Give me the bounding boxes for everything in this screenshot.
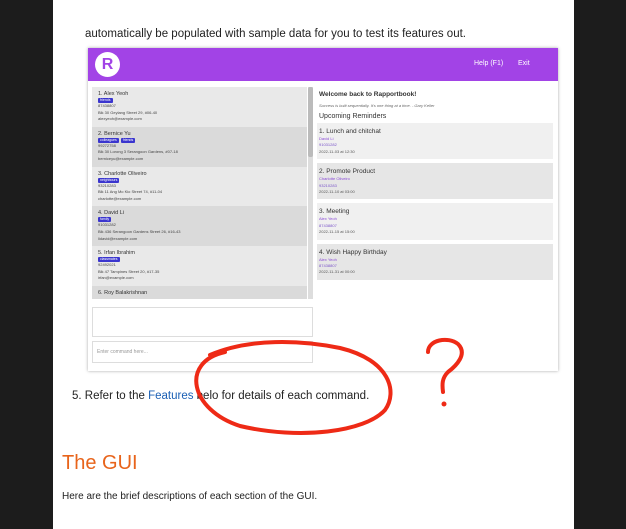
app-logo-icon: R	[95, 52, 120, 77]
contact-phone: 93210283	[98, 182, 116, 188]
contact-tag: neighbours	[98, 177, 120, 183]
upcoming-reminders-title: Upcoming Reminders	[319, 113, 387, 120]
welcome-title: Welcome back to Rapportbook!	[319, 91, 417, 98]
contact-phone: 99272758	[98, 142, 116, 148]
reminder-date: 2022-11-15 at 15:00	[319, 229, 355, 235]
reminder-title: 2. Promote Product	[319, 168, 375, 176]
reminder-card[interactable]: 3. Meeting Alex Yeoh 87438807 2022-11-15 at…	[317, 203, 553, 240]
help-menu[interactable]: Help (F1)	[474, 60, 503, 67]
gui-heading: The GUI	[62, 452, 138, 474]
command-input[interactable]: Enter command here...	[92, 341, 313, 363]
reminder-title: 3. Meeting	[319, 208, 350, 216]
contact-tag: friends	[120, 137, 136, 143]
contact-address: Blk 11 Ang Mo Kio Street 74, #11-04	[98, 189, 163, 195]
contact-email: lidavid@example.com	[98, 235, 138, 241]
step-5-text: 5. Refer to the Features belo for detail…	[72, 390, 369, 402]
welcome-quote: Success is built sequentially. It's one …	[319, 103, 435, 108]
reminder-card[interactable]: 1. Lunch and chitchat David Li 91031282 202…	[317, 123, 553, 160]
document-page: automatically be populated with sample d…	[53, 0, 574, 529]
step-5-prefix: 5. Refer to the	[72, 390, 149, 402]
reminder-date: 2022-11-10 at 03:00	[319, 189, 355, 195]
exit-menu[interactable]: Exit	[518, 60, 530, 67]
contact-email: charlotte@example.com	[98, 195, 142, 201]
intro-paragraph: automatically be populated with sample d…	[85, 28, 466, 40]
features-link[interactable]: Features	[148, 390, 193, 402]
contact-name: 3. Charlotte Oliveiro	[98, 170, 147, 177]
contact-phone: 87438807	[98, 103, 116, 108]
contact-email: berniceyu@example.com	[98, 155, 144, 161]
contact-name: 5. Irfan Ibrahim	[98, 250, 135, 257]
contact-name: 4. David Li	[98, 210, 124, 217]
contact-address: Blk 436 Serangoon Gardens Street 26, #16…	[98, 228, 181, 234]
contact-card[interactable]: 5. Irfan Ibrahim classmates 92492021 Blk 47…	[92, 246, 307, 286]
contact-email: alexyeoh@example.com	[98, 116, 142, 122]
scrollbar-thumb[interactable]	[308, 87, 313, 157]
contact-name: 6. Roy Balakrishnan	[98, 289, 148, 296]
reminder-date: 2022-11-03 at 12:30	[319, 148, 355, 154]
contact-card[interactable]: 6. Roy Balakrishnan	[92, 285, 307, 299]
contact-phone: 92492021	[98, 262, 116, 268]
contact-list-scrollbar[interactable]	[308, 87, 313, 299]
command-result-box	[92, 307, 313, 337]
contact-address: Blk 30 Geylang Street 29, #06-40	[98, 109, 158, 115]
step-5-suffix: belo for details of each command.	[193, 390, 370, 402]
reminder-card[interactable]: 4. Wish Happy Birthday Alex Yeoh 87438807 2…	[317, 243, 553, 280]
contact-name: 1. Alex Yeoh	[98, 91, 129, 97]
contact-list: 1. Alex Yeoh friends 87438807 Blk 30 Geylan…	[92, 87, 307, 299]
reminder-title: 1. Lunch and chitchat	[319, 128, 381, 135]
contact-address: Blk 47 Tampines Street 20, #17-35	[98, 268, 160, 274]
contact-card[interactable]: 4. David Li family 91031282 Blk 436 Serango…	[92, 206, 307, 247]
gui-description: Here are the brief descriptions of each …	[62, 491, 318, 502]
app-menu-bar: R Help (F1) Exit	[88, 48, 558, 81]
contact-card[interactable]: 2. Bernice Yu colleagues friends 99272758 Bl…	[92, 126, 307, 167]
reminder-list: 1. Lunch and chitchat David Li 91031282 202…	[317, 123, 555, 280]
reminders-panel: Welcome back to Rapportbook! Success is …	[317, 87, 555, 365]
reminder-title: 4. Wish Happy Birthday	[319, 248, 387, 256]
reminder-card[interactable]: 2. Promote Product Charlotte Oliveiro 9321…	[317, 163, 553, 200]
contact-address: Blk 30 Lorong 3 Serangoon Gardens, #07-1…	[98, 149, 178, 155]
contact-card[interactable]: 1. Alex Yeoh friends 87438807 Blk 30 Geylan…	[92, 87, 307, 127]
contact-phone: 91031282	[98, 222, 116, 228]
contact-email: irfan@example.com	[98, 275, 134, 281]
contact-name: 2. Bernice Yu	[98, 130, 131, 137]
app-screenshot: R Help (F1) Exit 1. Alex Yeoh friends 8743…	[88, 48, 558, 371]
reminder-date: 2022-11-31 at 00:00	[319, 269, 355, 275]
contact-card[interactable]: 3. Charlotte Oliveiro neighbours 93210283 B…	[92, 167, 307, 207]
